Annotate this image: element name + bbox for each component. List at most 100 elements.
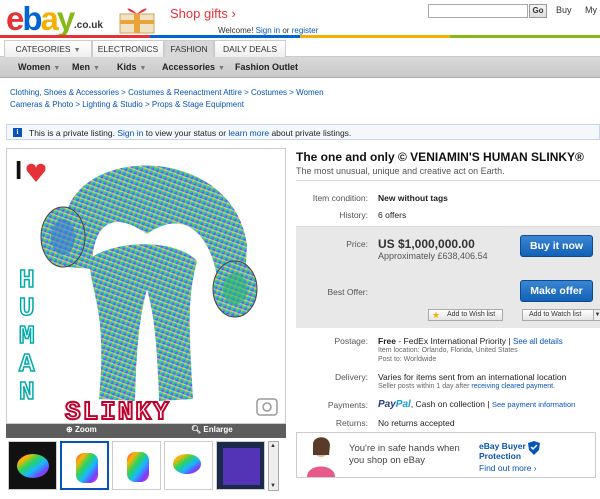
returns-value: No returns accepted — [378, 418, 455, 428]
tab-electronics[interactable]: ELECTRONICS — [92, 40, 164, 57]
category-tabs: CATEGORIES ▼ ELECTRONICS FASHION DAILY DE… — [0, 38, 600, 57]
buyer-protection-title: eBay Buyer — [479, 441, 526, 451]
thumbnail[interactable] — [164, 441, 213, 490]
chevron-down-icon[interactable]: ▼ — [593, 309, 600, 321]
post-to: Post to: Worldwide — [378, 356, 437, 363]
chevron-down-icon: ▼ — [218, 65, 225, 72]
history-label: History: — [339, 210, 368, 220]
enlarge-button[interactable]: 🔍︎ Enlarge — [191, 425, 233, 434]
camera-icon — [256, 398, 278, 416]
heart-icon — [26, 163, 46, 182]
postage-label: Postage: — [334, 336, 368, 346]
sign-in-link[interactable]: Sign in — [117, 128, 143, 138]
dispatch-text: Seller posts within 1 day after receivin… — [378, 383, 556, 390]
sign-in-link[interactable]: Sign in — [256, 26, 280, 35]
price-box: Price: US $1,000,000.00 Approximately £6… — [296, 226, 600, 328]
subnav-accessories[interactable]: Accessories ▼ — [162, 62, 225, 72]
buy-link[interactable]: Buy — [556, 5, 572, 15]
subnav-fashion-outlet[interactable]: Fashion Outlet — [235, 62, 298, 72]
shop-gifts-link[interactable]: Shop gifts › — [170, 7, 236, 20]
payments-label: Payments: — [327, 400, 368, 410]
svg-text:A: A — [19, 349, 35, 379]
thumbnail[interactable] — [112, 441, 161, 490]
condition-label: Item condition: — [312, 193, 368, 203]
learn-more-link[interactable]: learn more — [228, 128, 269, 138]
svg-text:H: H — [19, 265, 35, 295]
private-listing-notice: i This is a private listing. Sign in to … — [6, 124, 600, 140]
arrow-up-icon[interactable]: ▲ — [270, 443, 276, 449]
price-value: US $1,000,000.00 — [378, 237, 475, 251]
search-go-button[interactable]: Go — [529, 4, 547, 18]
magnifier-icon: 🔍︎ — [191, 425, 202, 434]
main-item-image[interactable]: I H U M A N SLINKY — [6, 148, 286, 424]
safe-hands-text-2: you shop on eBay — [349, 455, 426, 466]
delivery-label: Delivery: — [334, 372, 368, 382]
buy-it-now-button[interactable]: Buy it now — [520, 235, 593, 257]
private-listing-text: This is a private listing. Sign in to vi… — [29, 128, 352, 138]
cleared-payment-link[interactable]: receiving cleared payment — [471, 383, 553, 390]
shield-icon — [528, 441, 540, 455]
register-link[interactable]: register — [292, 26, 319, 35]
slinky-image: I H U M A N SLINKY — [15, 155, 278, 424]
price-approx: Approximately £638,406.54 — [378, 251, 488, 261]
chevron-down-icon: ▼ — [93, 65, 100, 72]
item-subtitle: The most unusual, unique and creative ac… — [296, 166, 505, 176]
condition-value: New without tags — [378, 193, 448, 203]
tab-fashion[interactable]: FASHION — [164, 40, 214, 57]
find-out-more-link[interactable]: Find out more › — [479, 463, 537, 473]
arrow-down-icon[interactable]: ▼ — [270, 483, 276, 489]
subnav-women[interactable]: Women ▼ — [18, 62, 60, 72]
svg-text:SLINKY: SLINKY — [65, 397, 171, 424]
item-location: Item location: Orlando, Florida, United … — [378, 347, 518, 354]
paypal-logo: PayPal — [378, 399, 411, 410]
svg-text:M: M — [19, 321, 35, 351]
thumbnail[interactable] — [8, 441, 57, 490]
chevron-down-icon: ▼ — [73, 47, 81, 54]
site-header: ebay .co.uk Shop gifts › Welcome! Sign i… — [0, 0, 600, 38]
tab-daily-deals[interactable]: DAILY DEALS — [214, 40, 286, 57]
subnav-men[interactable]: Men ▼ — [72, 62, 100, 72]
chevron-down-icon: ▼ — [53, 65, 61, 72]
tab-categories[interactable]: CATEGORIES ▼ — [4, 40, 92, 57]
zoom-button[interactable]: ⊕ Zoom — [66, 425, 97, 434]
payment-info-link[interactable]: See payment information — [492, 400, 575, 409]
avatar — [307, 437, 335, 477]
see-all-details-link[interactable]: See all details — [513, 337, 563, 346]
make-offer-button[interactable]: Make offer — [520, 280, 593, 302]
best-offer-label: Best Offer: — [327, 287, 368, 297]
fashion-subnav: Women ▼ Men ▼ Kids ▼ Accessories ▼ Fashion O… — [0, 57, 600, 78]
welcome-text: Welcome! Sign in or register — [218, 26, 319, 35]
buyer-protection-title-2: Protection — [479, 451, 522, 461]
payments-value: PayPal, Cash on collection | See payment… — [378, 399, 576, 410]
returns-label: Returns: — [335, 418, 368, 428]
my-ebay-link[interactable]: My e — [585, 5, 600, 15]
logo-domain: .co.uk — [74, 20, 103, 31]
add-to-wish-list-button[interactable]: ★ Add to Wish list — [428, 309, 503, 321]
divider — [296, 180, 600, 181]
thumbnail[interactable] — [216, 441, 265, 490]
star-icon: ★ — [432, 310, 441, 320]
thumbnail-selected[interactable] — [60, 441, 109, 490]
svg-text:N: N — [19, 377, 35, 407]
ebay-logo[interactable]: ebay — [6, 2, 75, 36]
item-title: The one and only © VENIAMIN'S HUMAN SLIN… — [296, 150, 584, 164]
gift-box-icon[interactable] — [112, 4, 162, 34]
history-link[interactable]: 6 offers — [378, 210, 406, 220]
breadcrumb[interactable]: Clothing, Shoes & Accessories > Costumes… — [10, 88, 324, 97]
delivery-value: Varies for items sent from an internatio… — [378, 372, 567, 382]
svg-text:U: U — [19, 293, 35, 323]
info-icon: i — [13, 128, 22, 137]
safe-hands-banner: You're in safe hands when you shop on eB… — [296, 432, 596, 478]
chevron-down-icon: ▼ — [139, 65, 147, 72]
thumbnail-strip — [6, 440, 286, 492]
svg-text:I: I — [15, 155, 22, 185]
search-input[interactable] — [428, 4, 528, 18]
image-toolbar: ⊕ Zoom 🔍︎ Enlarge — [6, 424, 286, 438]
breadcrumb[interactable]: Cameras & Photo > Lighting & Studio > Pr… — [10, 100, 244, 109]
postage-value: Free - FedEx International Priority | Se… — [378, 336, 563, 346]
subnav-kids[interactable]: Kids ▼ — [117, 62, 146, 72]
thumbnail-scrollbar[interactable]: ▲ ▼ — [268, 441, 279, 491]
add-to-watch-list-button[interactable]: Add to Watch list ▼ — [522, 309, 600, 321]
safe-hands-text-1: You're in safe hands when — [349, 443, 460, 454]
price-label: Price: — [346, 239, 368, 249]
